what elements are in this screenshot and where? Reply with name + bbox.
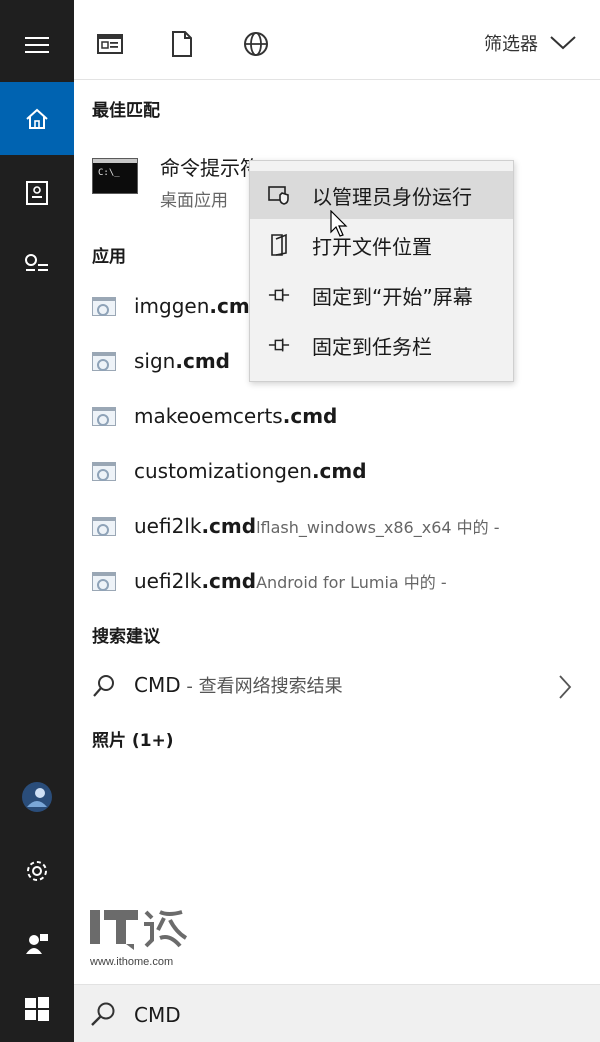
search-toolbar: 筛选器 [74,0,600,80]
open-file-location-item[interactable]: 打开文件位置 [250,221,513,269]
documents-button[interactable] [0,156,74,229]
start-rail [0,0,74,1042]
documents-filter-button[interactable] [164,26,200,62]
cmd-file-icon [92,351,116,371]
search-box[interactable]: CMD [74,984,600,1042]
photos-heading: 照片 (1+) [92,731,174,751]
hamburger-icon [25,36,49,53]
settings-list-button[interactable] [0,226,74,299]
app-name: uefi2lk.cmdlflash_windows_x86_x64 中的 - [134,514,500,538]
best-match-heading: 最佳匹配 [92,101,160,121]
document-library-icon [26,180,48,205]
shield-admin-icon [268,184,290,206]
context-menu: 以管理员身份运行 打开文件位置 固定到“开始”屏幕 固定到任务栏 [249,160,514,382]
hamburger-menu-button[interactable] [0,8,74,81]
web-suggestion-item[interactable]: CMD - 查看网络搜索结果 [74,660,600,712]
context-menu-label: 固定到任务栏 [312,334,432,359]
filter-label: 筛选器 [484,34,538,55]
list-item[interactable]: uefi2lk.cmdAndroid for Lumia 中的 - [74,556,600,606]
pin-to-start-item[interactable]: 固定到“开始”屏幕 [250,271,513,319]
best-match-title: 命令提示符 [160,156,260,180]
gear-icon [27,860,47,881]
web-filter-button[interactable] [238,26,274,62]
cmd-file-icon [92,516,116,536]
suggestions-heading: 搜索建议 [92,627,160,647]
context-menu-label: 固定到“开始”屏幕 [312,284,473,309]
app-name: uefi2lk.cmdAndroid for Lumia 中的 - [134,569,447,593]
document-icon [172,31,192,57]
cmd-file-icon [92,296,116,316]
windows-logo-icon [25,997,49,1021]
app-name: imggen.cmd [134,294,265,318]
avatar-icon [22,781,52,812]
list-item[interactable]: uefi2lk.cmdlflash_windows_x86_x64 中的 - [74,501,600,551]
apps-heading: 应用 [92,247,126,267]
watermark-url: www.ithome.com [90,956,174,968]
app-name: makeoemcerts.cmd [134,404,338,428]
pin-icon [268,334,290,356]
globe-icon [244,32,268,56]
feedback-button[interactable] [0,906,74,979]
apps-filter-button[interactable] [92,26,128,62]
run-as-admin-item[interactable]: 以管理员身份运行 [250,171,513,219]
ithome-logo-icon [90,910,188,950]
chevron-down-icon [550,36,576,50]
best-match-subtitle: 桌面应用 [160,191,228,211]
search-input[interactable]: CMD [134,1003,181,1027]
user-avatar-button[interactable] [0,760,74,833]
list-item[interactable]: customizationgen.cmd [74,446,600,496]
ithome-watermark: www.ithome.com [90,908,190,972]
command-prompt-icon: C:\_ [92,158,138,194]
cmd-file-icon [92,461,116,481]
settings-list-icon [25,253,48,271]
pin-to-taskbar-item[interactable]: 固定到任务栏 [250,321,513,369]
cmd-file-icon [92,571,116,591]
mouse-cursor-icon [330,210,348,237]
home-icon [26,108,48,129]
context-menu-label: 以管理员身份运行 [312,184,472,209]
filter-dropdown[interactable]: 筛选器 [484,30,576,56]
cmd-file-icon [92,406,116,426]
settings-button[interactable] [0,834,74,907]
start-button[interactable] [0,976,74,1042]
list-item[interactable]: makeoemcerts.cmd [74,391,600,441]
folder-open-icon [268,233,290,256]
pin-icon [268,284,290,306]
chevron-right-icon[interactable] [558,674,572,700]
search-icon [91,1002,115,1026]
search-icon [93,675,114,697]
apps-icon [97,34,123,54]
home-button[interactable] [0,82,74,155]
feedback-user-icon [26,933,48,954]
app-name: sign.cmd [134,349,230,373]
suggestion-text: CMD - 查看网络搜索结果 [134,673,343,697]
app-name: customizationgen.cmd [134,459,367,483]
